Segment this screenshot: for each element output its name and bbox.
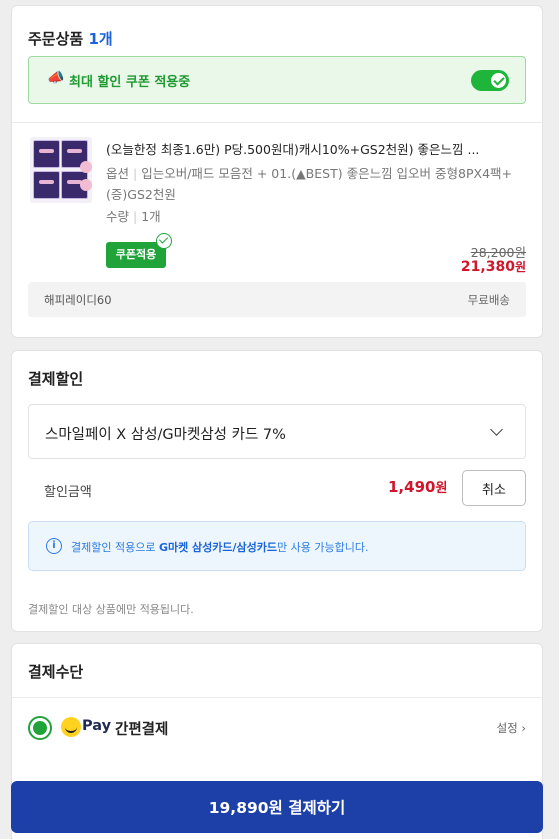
product-quantity: 수량 | 1개 bbox=[106, 206, 161, 225]
discount-info-text: 결제할인 적용으로 G마켓 삼성카드/삼성카드만 사용 가능합니다. bbox=[71, 539, 368, 555]
divider bbox=[12, 697, 542, 698]
separator: | bbox=[133, 166, 138, 181]
discount-amount-value: 1,490 bbox=[388, 478, 436, 496]
info-icon: i bbox=[46, 538, 62, 554]
smile-pay-radio[interactable] bbox=[28, 716, 52, 740]
separator: | bbox=[133, 209, 138, 224]
pay-logo-text: Pay bbox=[82, 718, 112, 734]
selected-discount-card: 스마일페이 X 삼성/G마켓삼성 카드 7% bbox=[45, 427, 286, 443]
discount-amount-unit: 원 bbox=[435, 481, 448, 496]
order-items-section: 주문상품 1개 📣 최대 할인 쿠폰 적용중 (오늘한정 최종1.6만) P당.… bbox=[11, 5, 543, 338]
megaphone-icon: 📣 bbox=[47, 70, 65, 86]
smile-logo-icon bbox=[61, 717, 81, 737]
checkout-button[interactable]: 19,890원 결제하기 bbox=[11, 781, 543, 833]
seller-name: 해피레이디60 bbox=[44, 293, 112, 307]
discount-section-title: 결제할인 bbox=[28, 370, 84, 388]
discount-info-box: i 결제할인 적용으로 G마켓 삼성카드/삼성카드만 사용 가능합니다. bbox=[28, 521, 526, 571]
package-image bbox=[33, 140, 60, 168]
toggle-check-icon bbox=[491, 73, 506, 88]
decor-dot bbox=[80, 161, 92, 173]
info-highlight: G마켓 삼성카드/삼성카드 bbox=[158, 541, 278, 554]
product-thumbnail[interactable] bbox=[30, 137, 92, 203]
decor-dot bbox=[80, 179, 92, 191]
info-suffix: 만 사용 가능합니다. bbox=[277, 541, 369, 554]
option-label: 옵션 bbox=[106, 166, 130, 181]
divider bbox=[12, 122, 542, 123]
info-prefix: 결제할인 적용으로 bbox=[71, 541, 159, 554]
package-image bbox=[33, 171, 60, 199]
order-title-text: 주문상품 bbox=[28, 30, 84, 48]
coupon-toggle[interactable] bbox=[471, 70, 509, 91]
chevron-down-icon bbox=[490, 423, 503, 436]
check-circle-icon bbox=[156, 233, 172, 249]
discount-card-select[interactable]: 스마일페이 X 삼성/G마켓삼성 카드 7% bbox=[28, 404, 526, 459]
discount-note: 결제할인 대상 상품에만 적용됩니다. bbox=[28, 603, 194, 616]
order-section-title: 주문상품 1개 bbox=[28, 28, 113, 49]
cancel-discount-button[interactable]: 취소 bbox=[462, 470, 526, 506]
option-value: 입는오버/패드 모음전 + 01.(▲BEST) 좋은느낌 입오버 중형8PX4… bbox=[106, 166, 512, 202]
final-price-unit: 원 bbox=[514, 260, 526, 274]
seller-shipping-bar: 해피레이디60 무료배송 bbox=[28, 282, 526, 317]
shipping-fee: 무료배송 bbox=[467, 293, 510, 307]
max-coupon-banner: 📣 최대 할인 쿠폰 적용중 bbox=[28, 56, 526, 104]
product-option: 옵션 | 입는오버/패드 모음전 + 01.(▲BEST) 좋은느낌 입오버 중… bbox=[106, 163, 531, 205]
payment-settings-link[interactable]: 설정 › bbox=[497, 720, 526, 736]
final-price-value: 21,380 bbox=[460, 259, 515, 275]
payment-method-name: 간편결제 bbox=[115, 722, 169, 738]
product-name[interactable]: (오늘한정 최종1.6만) P당.500원대)캐시10%+GS2천원) 좋은느낌… bbox=[106, 139, 531, 158]
order-item-count: 1개 bbox=[88, 30, 113, 48]
discount-amount-label: 할인금액 bbox=[44, 485, 92, 500]
qty-value: 1개 bbox=[141, 209, 161, 224]
payment-section-title: 결제수단 bbox=[28, 663, 84, 681]
payment-discount-section: 결제할인 스마일페이 X 삼성/G마켓삼성 카드 7% 할인금액 1,490원 … bbox=[11, 350, 543, 632]
qty-label: 수량 bbox=[106, 209, 130, 224]
discount-amount: 1,490원 bbox=[388, 477, 447, 496]
final-price: 21,380원 bbox=[461, 258, 526, 275]
coupon-banner-text: 최대 할인 쿠폰 적용중 bbox=[69, 75, 191, 90]
